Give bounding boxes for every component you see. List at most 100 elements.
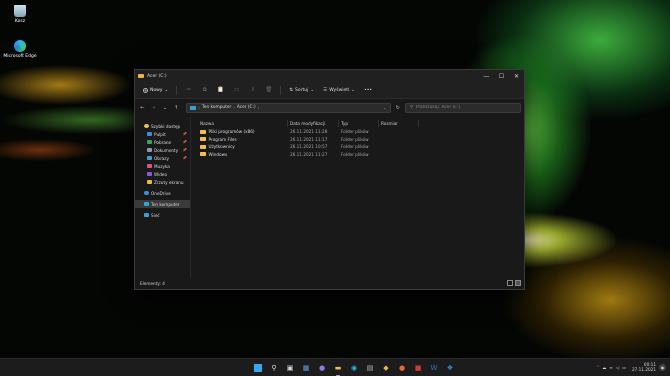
cut-icon[interactable]: ✂	[182, 85, 195, 95]
firefox-icon[interactable]: ●	[396, 362, 408, 374]
details-view-button[interactable]	[507, 280, 513, 286]
file-explorer-icon[interactable]: ▬	[332, 362, 344, 376]
sidebar-item-documents[interactable]: Dokumenty 📌	[135, 146, 190, 154]
sidebar-item-downloads[interactable]: Pobrane 📌	[135, 138, 190, 146]
search-input[interactable]	[416, 105, 516, 110]
app-icon[interactable]: ■	[412, 362, 424, 374]
chevron-down-icon: ⌄	[164, 87, 169, 93]
command-bar: + Nowy ⌄ ✂ ⧉ 📋 ▭ ⇪ 🗑 ⇅ Sortuj ⌄ ☰ Wyświe…	[135, 82, 524, 99]
volume-icon[interactable]: ◁	[616, 365, 619, 370]
download-icon	[147, 140, 152, 144]
navigation-bar: ← → ⌄ ↑ › Ten komputer › Acer (C:) › ⌄ ↻…	[135, 99, 524, 116]
folder-icon	[200, 144, 206, 149]
sidebar-item-screenshots[interactable]: Zrzuty ekranu	[135, 178, 190, 186]
clock[interactable]: 00:11 27.11.2021	[632, 362, 656, 372]
edge-icon	[14, 40, 26, 52]
file-name: Użytkownicy	[208, 144, 235, 150]
refresh-icon[interactable]: ↻	[394, 103, 402, 112]
table-row[interactable]: Pliki programów (x86) 26.11.2021 11:28 F…	[198, 128, 524, 136]
notification-icon[interactable]: ◉	[659, 363, 666, 371]
file-date: 26.11.2021 10:57	[290, 144, 328, 150]
paste-icon[interactable]: 📋	[214, 85, 227, 95]
sidebar-item-label: Wideo	[154, 171, 168, 177]
photos-icon[interactable]: ◆	[380, 362, 392, 374]
more-options-button[interactable]: •••	[361, 86, 375, 95]
file-explorer-window: Acer (C:) — ☐ ✕ + Nowy ⌄ ✂ ⧉ 📋 ▭ ⇪ 🗑 ⇅ S…	[134, 69, 525, 290]
address-bar[interactable]: › Ten komputer › Acer (C:) › ⌄	[186, 102, 391, 113]
file-name: Pliki programów (x86)	[208, 129, 255, 135]
sidebar-item-music[interactable]: Muzyka	[135, 162, 190, 170]
copy-icon[interactable]: ⧉	[198, 85, 211, 95]
close-button[interactable]: ✕	[509, 70, 524, 82]
desktop-icon	[147, 132, 152, 136]
column-header-size[interactable]: Rozmiar	[379, 120, 419, 127]
store-icon[interactable]: ▤	[364, 362, 376, 374]
start-button[interactable]	[252, 362, 264, 374]
sidebar-item-label: OneDrive	[151, 190, 171, 196]
chevron-right-icon: ›	[233, 105, 235, 110]
column-header-name[interactable]: Nazwa	[198, 120, 288, 127]
divider	[176, 85, 178, 95]
folder-icon	[200, 152, 206, 157]
delete-icon[interactable]: 🗑	[262, 85, 275, 95]
forward-arrow-icon[interactable]: →	[149, 103, 157, 112]
back-arrow-icon[interactable]: ←	[138, 103, 146, 112]
sidebar-item-network[interactable]: Sieć	[135, 211, 190, 219]
music-icon	[147, 164, 152, 168]
sidebar-item-onedrive[interactable]: OneDrive	[135, 189, 190, 197]
breadcrumb-drive[interactable]: Acer (C:)	[237, 105, 256, 110]
search-icon: ⚲	[409, 105, 413, 110]
edge-shortcut[interactable]: Microsoft Edge	[0, 40, 40, 59]
rename-icon[interactable]: ▭	[230, 85, 243, 95]
tiles-view-button[interactable]	[515, 280, 521, 286]
table-row[interactable]: Windows 26.11.2021 11:27 Folder plików	[198, 151, 524, 159]
sidebar-item-label: Muzyka	[154, 163, 170, 169]
wifi-icon[interactable]: ≈	[609, 365, 613, 370]
chevron-up-icon[interactable]: ˄	[597, 365, 599, 370]
sidebar-item-this-pc[interactable]: Ten komputer	[135, 200, 190, 208]
table-row[interactable]: Użytkownicy 26.11.2021 10:57 Folder plik…	[198, 143, 524, 151]
dropbox-icon[interactable]: ❖	[444, 362, 456, 374]
pin-icon: 📌	[182, 156, 187, 160]
address-dropdown-icon[interactable]: ⌄	[383, 105, 386, 110]
task-view-icon[interactable]: ▣	[284, 362, 296, 374]
divider	[280, 85, 282, 95]
table-row[interactable]: Program Files 26.11.2021 11:17 Folder pl…	[198, 136, 524, 144]
view-button[interactable]: ☰ Wyświetl ⌄	[320, 86, 358, 95]
pin-icon: 📌	[182, 148, 187, 152]
new-button[interactable]: + Nowy ⌄	[140, 86, 171, 95]
up-arrow-icon[interactable]: ↑	[172, 103, 180, 112]
chat-icon[interactable]: ●	[316, 362, 328, 374]
share-icon[interactable]: ⇪	[246, 85, 259, 95]
window-titlebar[interactable]: Acer (C:) — ☐ ✕	[135, 70, 524, 82]
sort-button[interactable]: ⇅ Sortuj ⌄	[286, 86, 317, 95]
network-icon[interactable]: ☁	[602, 365, 606, 370]
maximize-button[interactable]: ☐	[494, 70, 509, 82]
view-icon: ☰	[323, 87, 328, 93]
file-date: 26.11.2021 11:28	[290, 129, 328, 135]
word-icon[interactable]: W	[428, 362, 440, 374]
recent-locations-icon[interactable]: ⌄	[161, 103, 169, 112]
network-icon	[144, 213, 149, 217]
minimize-button[interactable]: —	[479, 70, 494, 82]
sidebar-item-desktop[interactable]: Pulpit 📌	[135, 130, 190, 138]
chevron-right-icon: ›	[198, 105, 200, 110]
column-header-date[interactable]: Data modyfikacji	[288, 120, 339, 127]
search-box[interactable]: ⚲	[404, 102, 521, 113]
sidebar-item-pictures[interactable]: Obrazy 📌	[135, 154, 190, 162]
computer-icon	[190, 105, 197, 110]
item-count: Elementy: 4	[140, 280, 165, 286]
star-icon	[144, 124, 149, 128]
status-bar: Elementy: 4	[135, 277, 524, 289]
search-icon[interactable]: ⚲	[268, 362, 280, 374]
sidebar-item-label: Ten komputer	[151, 201, 180, 207]
widgets-icon[interactable]: ▦	[300, 362, 312, 374]
sidebar-item-quick-access[interactable]: Szybki dostęp	[135, 122, 190, 130]
battery-icon[interactable]: ▭	[622, 365, 626, 370]
file-date: 26.11.2021 11:27	[290, 151, 328, 157]
sidebar-item-videos[interactable]: Wideo	[135, 170, 190, 178]
column-header-type[interactable]: Typ	[339, 120, 379, 127]
breadcrumb-this-pc[interactable]: Ten komputer	[202, 105, 231, 110]
recycle-bin-shortcut[interactable]: Kosz	[0, 5, 40, 24]
edge-icon[interactable]: ◉	[348, 362, 360, 374]
